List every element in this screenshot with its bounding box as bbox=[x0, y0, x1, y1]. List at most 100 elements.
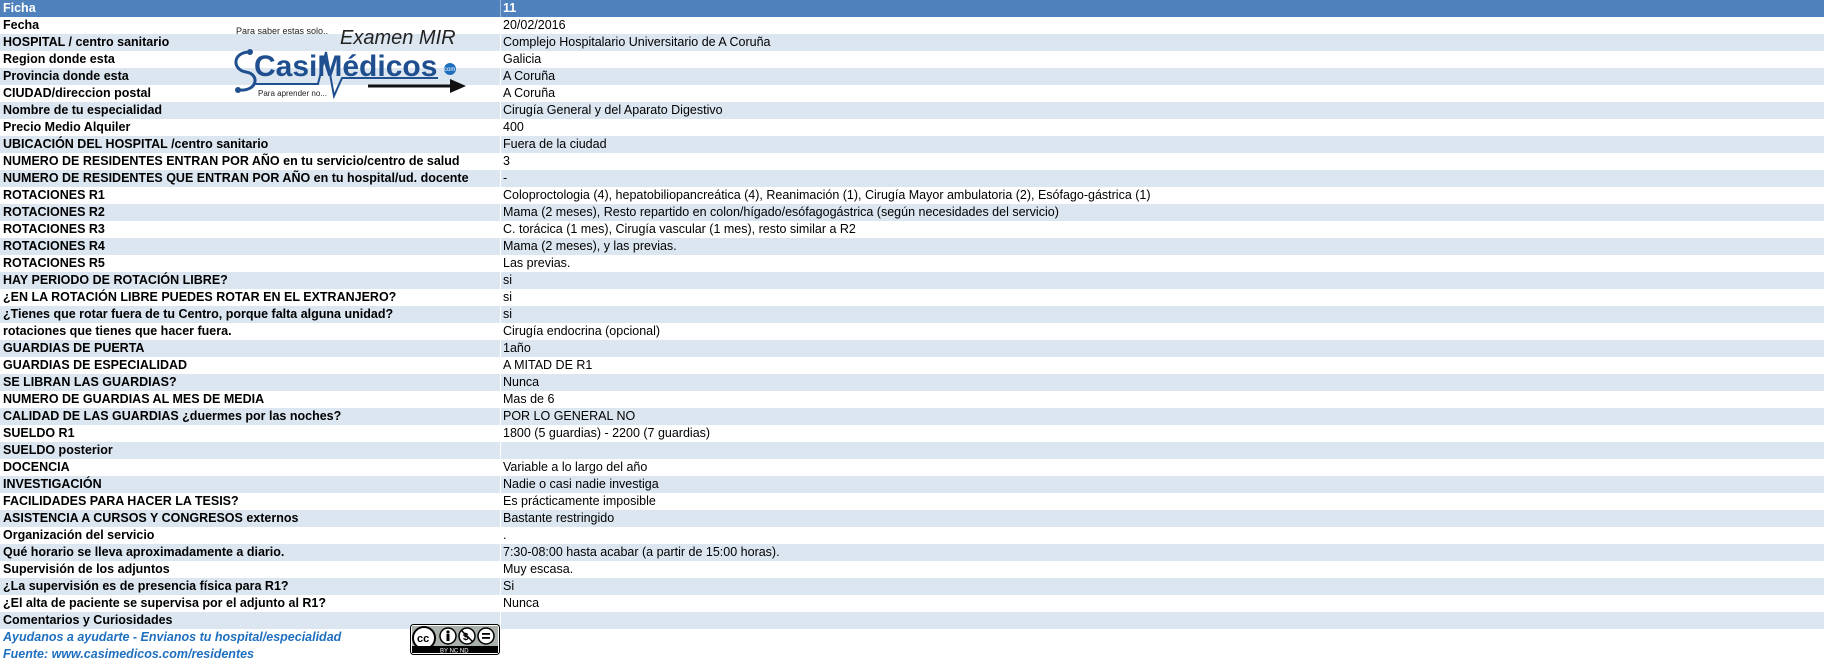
row-value: Coloproctologia (4), hepatobiliopancreát… bbox=[503, 188, 1151, 202]
table-row[interactable]: ROTACIONES R3 C. torácica (1 mes), Cirugí… bbox=[0, 221, 1824, 238]
column-divider bbox=[500, 544, 501, 561]
footer-text[interactable]: Fuente: www.casimedicos.com/residentes bbox=[3, 646, 254, 663]
row-value: Nunca bbox=[503, 375, 540, 389]
svg-text:cc: cc bbox=[417, 633, 429, 645]
row-label: Nombre de tu especialidad bbox=[3, 103, 163, 117]
cc-license-icon: cc $ BY NC ND bbox=[410, 624, 500, 655]
row-value: 3 bbox=[503, 154, 510, 168]
footer-text[interactable]: Ayudanos a ayudarte - Envianos tu hospit… bbox=[3, 629, 341, 646]
column-divider bbox=[500, 323, 501, 340]
row-value: Nunca bbox=[503, 596, 540, 610]
table-row[interactable]: NUMERO DE RESIDENTES ENTRAN POR AÑO en t… bbox=[0, 153, 1824, 170]
stethoscope-icon bbox=[234, 50, 257, 92]
column-divider bbox=[500, 612, 501, 629]
row-value: Bastante restringido bbox=[503, 511, 615, 525]
logo-exam-text: Examen MIR bbox=[340, 27, 456, 49]
table-row[interactable]: UBICACIÓN DEL HOSPITAL /centro sanitario… bbox=[0, 136, 1824, 153]
table-row[interactable]: SE LIBRAN LAS GUARDIAS? Nunca bbox=[0, 374, 1824, 391]
row-value: A MITAD DE R1 bbox=[503, 358, 593, 372]
row-value: Muy escasa. bbox=[503, 562, 574, 576]
row-value: Mama (2 meses), y las previas. bbox=[503, 239, 677, 253]
column-divider bbox=[500, 153, 501, 170]
table-row[interactable]: HAY PERIODO DE ROTACIÓN LIBRE? si bbox=[0, 272, 1824, 289]
column-divider bbox=[500, 289, 501, 306]
column-divider bbox=[500, 340, 501, 357]
row-label: ROTACIONES R4 bbox=[3, 239, 105, 253]
cc-license-badge: cc $ BY NC ND bbox=[410, 624, 500, 655]
table-row[interactable]: ¿EN LA ROTACIÓN LIBRE PUEDES ROTAR EN EL… bbox=[0, 289, 1824, 306]
table-row[interactable]: Organización del servicio. bbox=[0, 527, 1824, 544]
row-value: C. torácica (1 mes), Cirugía vascular (1… bbox=[503, 222, 856, 236]
table-row[interactable]: ROTACIONES R1 Coloproctologia (4), hepato… bbox=[0, 187, 1824, 204]
column-divider bbox=[500, 68, 501, 85]
footer-row[interactable]: Fuente: www.casimedicos.com/residentes bbox=[0, 646, 1824, 663]
table-row[interactable]: Precio Medio Alquiler 400 bbox=[0, 119, 1824, 136]
table-row[interactable]: FACILIDADES PARA HACER LA TESIS? Es práct… bbox=[0, 493, 1824, 510]
row-label: SE LIBRAN LAS GUARDIAS? bbox=[3, 375, 177, 389]
column-divider bbox=[500, 306, 501, 323]
table-row[interactable]: Comentarios y Curiosidades bbox=[0, 612, 1824, 629]
column-divider bbox=[500, 221, 501, 238]
row-value: Cirugía endocrina (opcional) bbox=[503, 324, 661, 338]
row-value: si bbox=[503, 273, 513, 287]
column-divider bbox=[500, 204, 501, 221]
row-label: FACILIDADES PARA HACER LA TESIS? bbox=[3, 494, 239, 508]
column-divider bbox=[500, 119, 501, 136]
table-row[interactable]: SUELDO posterior bbox=[0, 442, 1824, 459]
table-row[interactable]: NUMERO DE GUARDIAS AL MES DE MEDIA Mas de… bbox=[0, 391, 1824, 408]
column-divider bbox=[500, 493, 501, 510]
column-divider bbox=[500, 238, 501, 255]
row-value: Complejo Hospitalario Universitario de A… bbox=[503, 35, 771, 49]
table-row[interactable]: SUELDO R1 1800 (5 guardias) - 2200 (7 gua… bbox=[0, 425, 1824, 442]
table-row[interactable]: INVESTIGACIÓN Nadie o casi nadie investig… bbox=[0, 476, 1824, 493]
row-label: CALIDAD DE LAS GUARDIAS ¿duermes por las… bbox=[3, 409, 342, 423]
table-row[interactable]: Supervisión de los adjuntos Muy escasa. bbox=[0, 561, 1824, 578]
table-row[interactable]: GUARDIAS DE PUERTA 1año bbox=[0, 340, 1824, 357]
table-row[interactable]: ¿La supervisión es de presencia física p… bbox=[0, 578, 1824, 595]
row-label: NUMERO DE GUARDIAS AL MES DE MEDIA bbox=[3, 392, 265, 406]
row-value: Fuera de la ciudad bbox=[503, 137, 607, 151]
row-label: Precio Medio Alquiler bbox=[3, 120, 131, 134]
cc-badge-text: BY NC ND bbox=[440, 649, 469, 655]
column-divider bbox=[500, 459, 501, 476]
logo-tagline-top: Para saber estas solo.. bbox=[236, 26, 328, 36]
row-value: A Coruña bbox=[503, 69, 556, 83]
table-row[interactable]: GUARDIAS DE ESPECIALIDAD A MITAD DE R1 bbox=[0, 357, 1824, 374]
table-row[interactable]: ¿Tienes que rotar fuera de tu Centro, po… bbox=[0, 306, 1824, 323]
row-label: ROTACIONES R3 bbox=[3, 222, 105, 236]
row-label: NUMERO DE RESIDENTES ENTRAN POR AÑO en t… bbox=[3, 154, 460, 168]
table-row[interactable]: rotaciones que tienes que hacer fuera. Ci… bbox=[0, 323, 1824, 340]
column-divider bbox=[500, 272, 501, 289]
row-label: Organización del servicio bbox=[3, 528, 155, 542]
table-row[interactable]: Qué horario se lleva aproximadamente a d… bbox=[0, 544, 1824, 561]
footer-row[interactable]: Ayudanos a ayudarte - Envianos tu hospit… bbox=[0, 629, 1824, 646]
column-divider bbox=[500, 34, 501, 51]
table-row[interactable]: NUMERO DE RESIDENTES QUE ENTRAN POR AÑO … bbox=[0, 170, 1824, 187]
row-value: Si bbox=[503, 579, 515, 593]
table-row[interactable]: ¿El alta de paciente se supervisa por el… bbox=[0, 595, 1824, 612]
table-row[interactable]: Nombre de tu especialidad Cirugía General… bbox=[0, 102, 1824, 119]
table-row[interactable]: DOCENCIA Variable a lo largo del año bbox=[0, 459, 1824, 476]
table-row[interactable]: CALIDAD DE LAS GUARDIAS ¿duermes por las… bbox=[0, 408, 1824, 425]
row-label: INVESTIGACIÓN bbox=[3, 477, 102, 491]
row-label: Provincia donde esta bbox=[3, 69, 129, 83]
column-divider bbox=[500, 408, 501, 425]
row-label: UBICACIÓN DEL HOSPITAL /centro sanitario bbox=[3, 137, 269, 151]
row-value: 400 bbox=[503, 120, 524, 134]
table-row[interactable]: ROTACIONES R5 Las previas. bbox=[0, 255, 1824, 272]
table-row[interactable]: ASISTENCIA A CURSOS Y CONGRESOS externos… bbox=[0, 510, 1824, 527]
row-label: Comentarios y Curiosidades bbox=[3, 613, 173, 627]
header-row[interactable]: Ficha 11 bbox=[0, 0, 1824, 17]
column-divider bbox=[500, 187, 501, 204]
row-value: si bbox=[503, 290, 513, 304]
row-value: 20/02/2016 bbox=[503, 18, 566, 32]
column-divider bbox=[500, 136, 501, 153]
row-label: HOSPITAL / centro sanitario bbox=[3, 35, 170, 49]
table-row[interactable]: ROTACIONES R4 Mama (2 meses), y las previ… bbox=[0, 238, 1824, 255]
column-divider bbox=[500, 476, 501, 493]
row-label: ¿Tienes que rotar fuera de tu Centro, po… bbox=[3, 307, 394, 321]
table-row[interactable]: ROTACIONES R2 Mama (2 meses), Resto repar… bbox=[0, 204, 1824, 221]
row-label: DOCENCIA bbox=[3, 460, 70, 474]
row-value: Las previas. bbox=[503, 256, 571, 270]
column-divider bbox=[500, 510, 501, 527]
